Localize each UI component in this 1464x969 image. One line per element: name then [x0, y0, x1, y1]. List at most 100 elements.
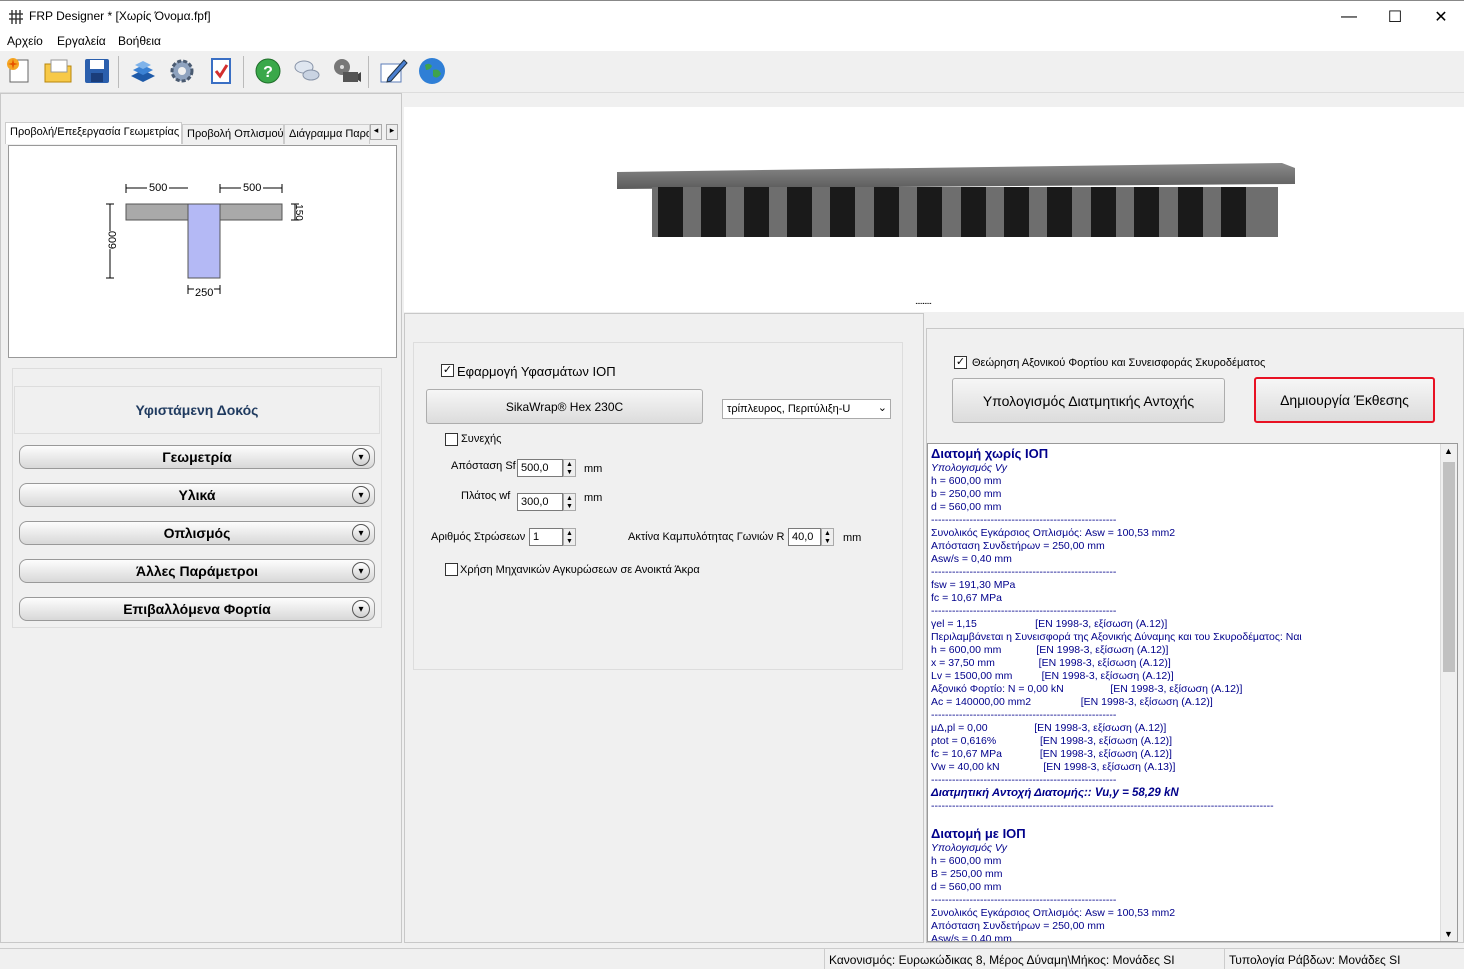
- status-bar: Κανονισμός: Ευρωκώδικας 8, Μέρος Δύναμη\…: [0, 948, 1464, 969]
- scroll-up-icon[interactable]: ▲: [1444, 446, 1453, 456]
- chevron-down-icon: ▾: [352, 562, 370, 580]
- spacing-input[interactable]: 500,0: [517, 459, 563, 477]
- tab-diagram[interactable]: Διάγραμμα Παρα: [284, 124, 370, 144]
- report-separator: ----------------------------------------…: [931, 709, 1117, 721]
- report-result: Διατμητική Αντοχή Διατομής:: Vu,y = 58,2…: [931, 787, 1179, 799]
- geometry-button-label: Γεωμετρία: [162, 449, 232, 465]
- report-separator: ----------------------------------------…: [931, 605, 1117, 617]
- apply-frp-checkbox[interactable]: ✓: [441, 364, 454, 377]
- layers-input[interactable]: 1: [529, 528, 563, 546]
- help-icon[interactable]: ?: [252, 55, 284, 87]
- report-line: μΔ,pl = 0,00 [EN 1998-3, εξίσωση (A.12)]: [931, 722, 1167, 734]
- apply-frp-label: Εφαρμογή Υφασμάτων ΙΟΠ: [457, 364, 616, 379]
- section-canvas: 500 500 150 600 250: [8, 145, 397, 358]
- tab-scroll-right-button[interactable]: ▸: [386, 124, 398, 140]
- reinforcement-button[interactable]: Οπλισμός ▾: [19, 521, 375, 545]
- report-separator: ----------------------------------------…: [931, 894, 1117, 906]
- applied-loads-button-label: Επιβαλλόμενα Φορτία: [123, 601, 271, 617]
- svg-text:?: ?: [263, 64, 273, 81]
- other-parameters-button[interactable]: Άλλες Παράμετροι ▾: [19, 559, 375, 583]
- report-line: Συνολικός Εγκάρσιος Οπλισμός: Asw = 100,…: [931, 527, 1176, 539]
- report-view[interactable]: Διατομή χωρίς ΙΟΠ Υπολογισμός Vy h = 600…: [927, 443, 1458, 942]
- beam-3d-viewer[interactable]: .........: [404, 107, 1464, 312]
- globe-icon[interactable]: [416, 55, 448, 87]
- open-folder-icon[interactable]: [42, 55, 74, 87]
- width-unit: mm: [584, 492, 603, 504]
- t-section-drawing: [106, 184, 299, 294]
- existing-beam-header: Υφιστάμενη Δοκός: [14, 386, 380, 434]
- menu-help[interactable]: Βοήθεια: [118, 34, 161, 48]
- scroll-thumb[interactable]: [1443, 462, 1455, 672]
- anchors-checkbox[interactable]: [445, 563, 458, 576]
- toolbar-separator: [368, 56, 369, 88]
- applied-loads-button[interactable]: Επιβαλλόμενα Φορτία ▾: [19, 597, 375, 621]
- radius-stepper[interactable]: ▲ ▼: [821, 528, 834, 546]
- create-report-button[interactable]: Δημιουργία Έκθεσης: [1254, 377, 1435, 423]
- report-line: Συνολικός Εγκάρσιος Οπλισμός: Asw = 100,…: [931, 907, 1176, 919]
- report-subheading: Υπολογισμός Vy: [931, 462, 1007, 474]
- report-line: fc = 10,67 MPa: [931, 592, 1002, 604]
- other-parameters-button-label: Άλλες Παράμετροι: [135, 563, 259, 579]
- tab-scroll-left-button[interactable]: ◂: [370, 124, 382, 140]
- chat-icon[interactable]: [291, 55, 323, 87]
- scroll-down-icon[interactable]: ▼: [1444, 929, 1453, 939]
- frp-material-button[interactable]: SikaWrap® Hex 230C: [426, 389, 703, 424]
- chevron-down-icon: ▾: [352, 486, 370, 504]
- beam-3d-drawing: [617, 163, 1295, 237]
- minimize-button[interactable]: —: [1326, 1, 1372, 33]
- axial-load-checkbox[interactable]: ✓: [954, 356, 967, 369]
- chevron-down-icon: ▾: [352, 524, 370, 542]
- layers-stepper[interactable]: ▲ ▼: [563, 528, 576, 546]
- new-file-icon[interactable]: [3, 55, 35, 87]
- report-line: Ac = 140000,00 mm2 [EN 1998-3, εξίσωση (…: [931, 696, 1213, 708]
- close-button[interactable]: ✕: [1418, 1, 1464, 33]
- width-input[interactable]: 300,0: [517, 493, 563, 511]
- materials-button[interactable]: Υλικά ▾: [19, 483, 375, 507]
- report-line: Asw/s = 0,40 mm: [931, 933, 1012, 942]
- edit-pen-icon[interactable]: [377, 55, 409, 87]
- geometry-button[interactable]: Γεωμετρία ▾: [19, 445, 375, 469]
- anchors-label: Χρήση Μηχανικών Αγκυρώσεων σε Ανοικτά Άκ…: [460, 564, 700, 576]
- radius-label: Ακτίνα Καμπυλότητας Γωνιών R: [628, 531, 785, 543]
- status-divider: [824, 949, 825, 969]
- report-separator: ----------------------------------------…: [931, 774, 1117, 786]
- dim-flange: 150: [292, 204, 304, 221]
- maximize-button[interactable]: ☐: [1372, 1, 1418, 33]
- chevron-down-icon: ⌄: [877, 402, 887, 414]
- report-line: Απόσταση Συνδετήρων = 250,00 mm: [931, 540, 1105, 552]
- save-icon[interactable]: [81, 55, 113, 87]
- report-heading: Διατομή με ΙΟΠ: [931, 826, 1026, 841]
- tab-geometry[interactable]: Προβολή/Επεξεργασία Γεωμετρίας: [5, 122, 182, 144]
- toolbar-separator: [118, 56, 119, 88]
- reinforcement-button-label: Οπλισμός: [163, 525, 231, 541]
- checklist-icon[interactable]: [205, 55, 237, 87]
- materials-button-label: Υλικά: [178, 487, 216, 503]
- book-icon[interactable]: [127, 55, 159, 87]
- window-title: FRP Designer * [Χωρίς Όνομα.fpf]: [29, 9, 211, 23]
- film-reel-icon[interactable]: [330, 55, 362, 87]
- width-stepper[interactable]: ▲ ▼: [563, 493, 576, 511]
- layers-label: Αριθμός Στρώσεων: [431, 531, 526, 543]
- status-code: Κανονισμός: Ευρωκώδικας 8, Μέρος Δύναμη\…: [829, 953, 1175, 967]
- dim-web: 250: [194, 287, 215, 299]
- tab-reinforcement[interactable]: Προβολή Οπλισμού: [182, 124, 284, 144]
- chevron-down-icon: ▾: [352, 600, 370, 618]
- continuous-checkbox[interactable]: [445, 433, 458, 446]
- axial-load-label: Θεώρηση Αξονικού Φορτίου και Συνεισφοράς…: [972, 357, 1266, 369]
- report-scrollbar[interactable]: ▲ ▼: [1440, 444, 1457, 941]
- report-line: Lv = 1500,00 mm [EN 1998-3, εξίσωση (A.1…: [931, 670, 1174, 682]
- menu-file[interactable]: Αρχείο: [7, 34, 43, 48]
- report-line: Απόσταση Συνδετήρων = 250,00 mm: [931, 920, 1105, 932]
- menu-tools[interactable]: Εργαλεία: [57, 34, 106, 48]
- radius-input[interactable]: 40,0: [788, 528, 821, 546]
- report-line: γel = 1,15 [EN 1998-3, εξίσωση (A.12)]: [931, 618, 1168, 630]
- settings-gear-icon[interactable]: [166, 55, 198, 87]
- viewer-resize-handle[interactable]: .........: [915, 296, 932, 307]
- report-line: fsw = 191,30 MPa: [931, 579, 1016, 591]
- title-bar: FRP Designer * [Χωρίς Όνομα.fpf] — ☐ ✕: [0, 0, 1464, 32]
- spacing-stepper[interactable]: ▲ ▼: [563, 459, 576, 477]
- report-line: h = 600,00 mm [EN 1998-3, εξίσωση (A.12)…: [931, 644, 1169, 656]
- menu-bar: [0, 32, 1464, 51]
- compute-shear-button[interactable]: Υπολογισμός Διατμητικής Αντοχής: [952, 378, 1225, 423]
- wrap-type-select[interactable]: τρίπλευρος, Περιτύλιξη-U ⌄: [722, 399, 891, 419]
